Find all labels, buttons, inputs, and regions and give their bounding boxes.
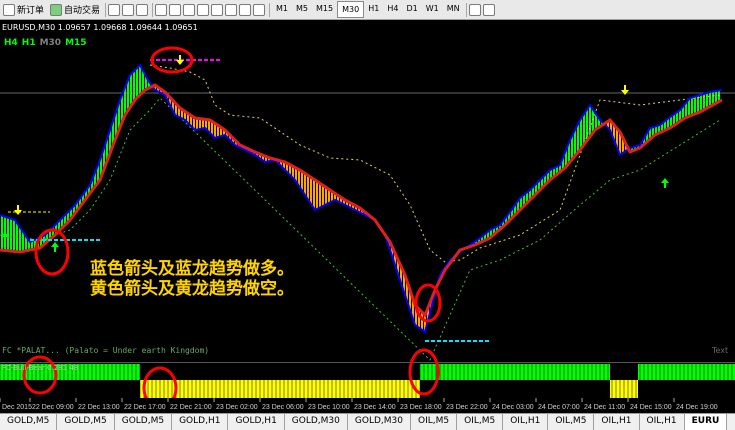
autoscroll-icon[interactable]: [197, 3, 210, 16]
chart-shift-icon[interactable]: [211, 3, 224, 16]
separator: [152, 2, 154, 17]
time-label: 22 Dec 17:00: [124, 404, 166, 410]
time-label: 24 Dec 11:00: [584, 404, 625, 410]
auto-trade-button[interactable]: 自动交易: [47, 1, 103, 18]
chart-tab[interactable]: OIL,M5: [548, 414, 595, 430]
buy-arrow-icon: [661, 178, 669, 188]
time-label: 23 Dec 14:00: [354, 404, 396, 410]
text-marker: Text: [712, 346, 729, 355]
crosshair-icon[interactable]: [482, 3, 495, 16]
indicator2-name: FC-Bull-Bear 0.281 48: [2, 364, 79, 372]
timeframe-m30[interactable]: M30: [337, 1, 365, 18]
toolbar: 新订单 自动交易 M1 M5 M15 M30 H1 H4 D1 W1 MN: [0, 0, 735, 20]
tf-label-h1: H1: [21, 38, 36, 48]
timeframe-indicator-labels: H4 H1 M30 M15: [4, 38, 91, 48]
chart-tabs: GOLD,M5 GOLD,M5 GOLD,M5 GOLD,H1 GOLD,H1 GOLD,…: [0, 413, 735, 430]
sell-arrow-icon: [14, 205, 22, 215]
time-label: 24 Dec 15:00: [630, 404, 672, 410]
grid-icon[interactable]: [183, 3, 196, 16]
timeframe-m15[interactable]: M15: [312, 1, 337, 16]
auto-trade-icon: [50, 3, 63, 16]
bull-indicator-bar: [638, 364, 735, 380]
chart-tab[interactable]: GOLD,M5: [115, 414, 173, 430]
timeframe-w1[interactable]: W1: [422, 1, 443, 16]
zoom-in-icon[interactable]: [155, 3, 168, 16]
chart-tab[interactable]: OIL,M5: [411, 414, 458, 430]
new-order-label: 新订单: [17, 6, 45, 16]
annotation-line-1: 蓝色箭头及蓝龙趋势做多。: [90, 259, 294, 279]
period-icon[interactable]: [239, 3, 252, 16]
timeframe-m5[interactable]: M5: [292, 1, 312, 16]
timeframe-bar: M1 M5 M15 M30 H1 H4 D1 W1 MN: [272, 1, 464, 18]
separator: [465, 2, 467, 17]
indicators-icon[interactable]: [225, 3, 238, 16]
time-label: 23 Dec 22:00: [446, 404, 488, 410]
timeframe-h4[interactable]: H4: [383, 1, 402, 16]
chart-tab[interactable]: GOLD,M5: [57, 414, 115, 430]
trailing-stop-upper: [149, 64, 721, 263]
chart-symbol-info: EURUSD,M30 1.09657 1.09668 1.09644 1.096…: [2, 23, 198, 32]
chart-tab[interactable]: GOLD,H1: [172, 414, 229, 430]
chart-tab[interactable]: OIL,H1: [640, 414, 685, 430]
annotation-line-2: 黄色箭头及黄龙趋势做空。: [90, 279, 294, 299]
timeframe-m1[interactable]: M1: [272, 1, 292, 16]
indicator-separator: [0, 362, 735, 363]
time-label: 23 Dec 18:00: [400, 404, 442, 410]
bull-indicator-bar: [420, 364, 610, 380]
templates-icon[interactable]: [253, 3, 266, 16]
time-label: 24 Dec 03:00: [492, 404, 534, 410]
line-chart-icon[interactable]: [136, 3, 149, 16]
time-label: 24 Dec 07:00: [538, 404, 580, 410]
time-label: Dec 2015: [2, 404, 32, 410]
time-label: 23 Dec 02:00: [216, 404, 258, 410]
chart-tab[interactable]: GOLD,M30: [348, 414, 411, 430]
chart-tab[interactable]: EURU: [684, 414, 728, 430]
chart-tab[interactable]: GOLD,M5: [0, 414, 58, 430]
zoom-out-icon[interactable]: [169, 3, 182, 16]
sell-arrow-icon: [176, 55, 184, 65]
time-label: 22 Dec 13:00: [78, 404, 120, 410]
chart-tab[interactable]: GOLD,H1: [228, 414, 285, 430]
time-label: 24 Dec 19:00: [676, 404, 718, 410]
time-label: 23 Dec 10:00: [308, 404, 350, 410]
timeframe-mn[interactable]: MN: [443, 1, 464, 16]
time-label: 22 Dec 09:00: [32, 404, 74, 410]
timeframe-h1[interactable]: H1: [364, 1, 383, 16]
tf-label-h4: H4: [4, 38, 18, 48]
indicator-name: FC *PALAT... (Palato = Under earth Kingd…: [2, 346, 210, 355]
separator: [269, 2, 271, 17]
bar-chart-icon[interactable]: [108, 3, 121, 16]
chart-tab[interactable]: GOLD,M30: [285, 414, 348, 430]
timeframe-d1[interactable]: D1: [402, 1, 421, 16]
chart-tab[interactable]: OIL,M5: [457, 414, 504, 430]
auto-trade-label: 自动交易: [64, 6, 101, 16]
tf-label-m30: M30: [39, 38, 62, 48]
candle-chart-icon[interactable]: [122, 3, 135, 16]
new-order-icon: [3, 3, 15, 16]
buy-arrow-icon: [51, 242, 59, 252]
new-order-button[interactable]: 新订单: [0, 1, 47, 18]
chart-tab[interactable]: OIL,H1: [503, 414, 549, 430]
cursor-icon[interactable]: [468, 3, 481, 16]
time-label: 22 Dec 21:00: [170, 404, 212, 410]
time-label: 23 Dec 06:00: [262, 404, 304, 410]
tf-label-m15: M15: [65, 38, 87, 48]
annotation-text: 蓝色箭头及蓝龙趋势做多。 黄色箭头及黄龙趋势做空。: [90, 259, 294, 299]
separator: [105, 2, 107, 17]
chart-tab[interactable]: OIL,H1: [594, 414, 640, 430]
